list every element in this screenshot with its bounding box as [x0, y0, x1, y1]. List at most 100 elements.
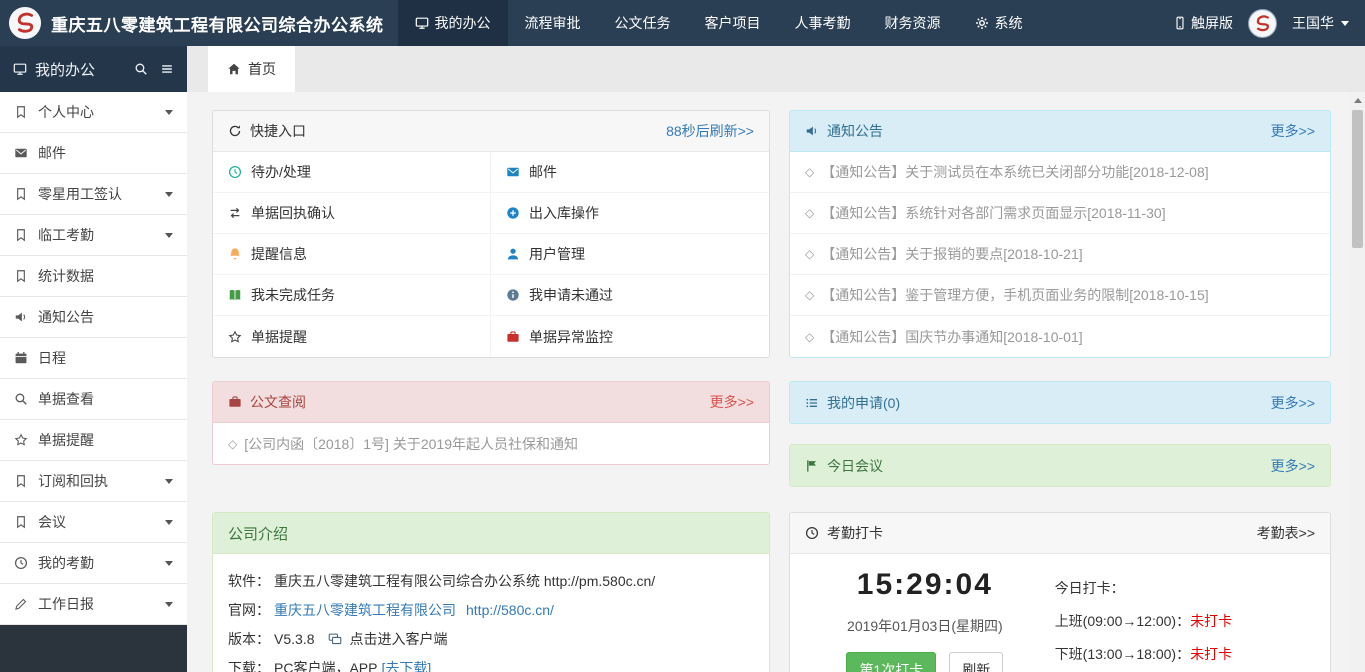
attendance-title: 考勤打卡 [805, 523, 883, 543]
download-label: 下载： [228, 657, 270, 672]
home-icon [227, 62, 241, 76]
sidebar-item-statistics[interactable]: 统计数据 [0, 256, 187, 297]
info-circle-icon [506, 288, 520, 302]
tab-home[interactable]: 首页 [208, 46, 295, 92]
edit-icon [14, 597, 28, 611]
speaker-icon [805, 124, 819, 138]
quick-entry-user-manage[interactable]: 用户管理 [491, 234, 769, 275]
documents-more-link[interactable]: 更多>> [710, 392, 754, 412]
scrollbar-up-button[interactable] [1350, 92, 1365, 108]
sidebar-item-subscribe-receipt[interactable]: 订阅和回执 [0, 461, 187, 502]
nav-hr-attendance[interactable]: 人事考勤 [778, 0, 868, 46]
top-navbar: 重庆五八零建筑工程有限公司综合办公系统 我的办公 流程审批 公文任务 客户项目 … [0, 0, 1365, 46]
notice-item[interactable]: ◇【通知公告】鉴于管理方便，手机页面业务的限制[2018-10-15] [790, 275, 1330, 316]
flag-icon [805, 459, 819, 473]
notices-more-link[interactable]: 更多>> [1271, 121, 1315, 141]
quick-entry-pending[interactable]: 待办/处理 [213, 152, 491, 193]
quick-entry-bill-remind[interactable]: 单据提醒 [213, 316, 491, 357]
quick-entry-title: 快捷入口 [228, 121, 306, 141]
quick-entry-rejected-apply[interactable]: 我申请未通过 [491, 275, 769, 316]
sidebar-item-mail[interactable]: 邮件 [0, 133, 187, 174]
shift2-status: 未打卡 [1190, 646, 1232, 662]
attendance-sheet-link[interactable]: 考勤表>> [1257, 523, 1315, 543]
sidebar-item-notices[interactable]: 通知公告 [0, 297, 187, 338]
sidebar-item-odd-job-sign[interactable]: 零星用工签认 [0, 174, 187, 215]
hamburger-menu-icon[interactable] [160, 62, 174, 76]
quick-entry-unfinished-tasks[interactable]: 我未完成任务 [213, 275, 491, 316]
documents-header: 公文查阅 更多>> [213, 382, 769, 423]
scrollbar-thumb[interactable] [1352, 110, 1363, 248]
sidebar-item-personal-center[interactable]: 个人中心 [0, 92, 187, 133]
meetings-more-link[interactable]: 更多>> [1271, 456, 1315, 476]
meetings-panel: 今日会议 更多>> [789, 444, 1331, 487]
sidebar-item-bill-view[interactable]: 单据查看 [0, 379, 187, 420]
star-icon [228, 330, 242, 344]
sidebar-item-meeting[interactable]: 会议 [0, 502, 187, 543]
arrow-up-icon [1354, 98, 1362, 103]
notices-list: ◇【通知公告】关于测试员在本系统已关闭部分功能[2018-12-08] ◇【通知… [790, 152, 1330, 357]
star-icon [14, 433, 28, 447]
search-icon[interactable] [134, 62, 148, 76]
gear-icon [975, 16, 989, 30]
sidebar-header-icons [134, 62, 174, 76]
caret-down-icon [165, 602, 173, 607]
attendance-buttons: 第1次打卡 刷新 [805, 652, 1045, 672]
bookmark-icon [14, 474, 28, 488]
download-text: PC客户端，APP [274, 657, 377, 672]
sidebar-menu: 个人中心 邮件 零星用工签认 临工考勤 统计数据 通知公告 日程 单据查看 单据… [0, 92, 187, 625]
sidebar-item-bill-remind[interactable]: 单据提醒 [0, 420, 187, 461]
touch-version-link[interactable]: 触屏版 [1173, 13, 1233, 33]
notices-header: 通知公告 更多>> [790, 111, 1330, 152]
quick-entry-inventory[interactable]: 出入库操作 [491, 193, 769, 234]
nav-process-approval[interactable]: 流程审批 [508, 0, 598, 46]
sidebar-item-work-daily[interactable]: 工作日报 [0, 584, 187, 625]
refresh-countdown[interactable]: 88秒后刷新>> [666, 121, 754, 141]
quick-entry-abnormal-monitor[interactable]: 单据异常监控 [491, 316, 769, 357]
applications-more-link[interactable]: 更多>> [1271, 393, 1315, 413]
applications-title: 我的申请(0) [805, 393, 900, 413]
user-menu[interactable]: 王国华 [1292, 13, 1349, 33]
download-link[interactable]: [去下载] [381, 657, 431, 672]
company-intro-panel: 公司介绍 软件： 重庆五八零建筑工程有限公司综合办公系统 http://pm.5… [212, 512, 770, 672]
quick-entry-reminder[interactable]: 提醒信息 [213, 234, 491, 275]
refresh-button[interactable]: 刷新 [949, 652, 1003, 672]
quick-entry-grid: 待办/处理 邮件 单据回执确认 出入库操作 提醒信息 用户管理 我未完成任务 我… [213, 152, 769, 357]
nav-my-office[interactable]: 我的办公 [398, 0, 508, 46]
website-url-link[interactable]: http://580c.cn/ [466, 599, 554, 621]
website-name-link[interactable]: 重庆五八零建筑工程有限公司 [274, 599, 456, 621]
notice-item[interactable]: ◇【通知公告】关于测试员在本系统已关闭部分功能[2018-12-08] [790, 152, 1330, 193]
company-logo-icon [8, 6, 42, 40]
app-title: 重庆五八零建筑工程有限公司综合办公系统 [51, 11, 384, 36]
shift1-line: 上班(09:00→12:00)：未打卡 [1055, 611, 1315, 631]
website-label: 官网： [228, 599, 270, 621]
notice-item[interactable]: ◇【通知公告】系统针对各部门需求页面显示[2018-11-30] [790, 193, 1330, 234]
sidebar-item-my-attendance[interactable]: 我的考勤 [0, 543, 187, 584]
punch-in-button[interactable]: 第1次打卡 [846, 652, 936, 672]
notice-item[interactable]: ◇【通知公告】关于报销的要点[2018-10-21] [790, 234, 1330, 275]
sidebar-item-schedule[interactable]: 日程 [0, 338, 187, 379]
nav-system[interactable]: 系统 [958, 0, 1040, 46]
oa-application: 重庆五八零建筑工程有限公司综合办公系统 我的办公 流程审批 公文任务 客户项目 … [0, 0, 1365, 672]
nav-finance-resource[interactable]: 财务资源 [868, 0, 958, 46]
clock-icon [14, 556, 28, 570]
shift1-label: 上班(09:00→12:00)： [1055, 613, 1190, 629]
quick-entry-receipt-confirm[interactable]: 单据回执确认 [213, 193, 491, 234]
notice-item[interactable]: ◇【通知公告】国庆节办事通知[2018-10-01] [790, 316, 1330, 357]
bell-icon [228, 247, 242, 261]
quick-entry-mail[interactable]: 邮件 [491, 152, 769, 193]
diamond-bullet: ◇ [805, 206, 814, 220]
nav-customer-project[interactable]: 客户项目 [688, 0, 778, 46]
sidebar-item-temp-attendance[interactable]: 临工考勤 [0, 215, 187, 256]
applications-header: 我的申请(0) 更多>> [790, 382, 1330, 423]
user-avatar[interactable] [1248, 9, 1277, 38]
topbar-right: 触屏版 王国华 [1173, 9, 1365, 38]
document-item[interactable]: ◇[公司内函〔2018〕1号] 关于2019年起人员社保和通知 [213, 423, 769, 464]
nav-document-task[interactable]: 公文任务 [598, 0, 688, 46]
meetings-header: 今日会议 更多>> [790, 445, 1330, 486]
touchscreen-icon [1173, 16, 1187, 30]
mail-icon [506, 165, 520, 179]
avatar-image [1249, 10, 1276, 37]
enter-client-link[interactable]: 点击进入客户端 [349, 628, 447, 650]
company-intro-body: 软件： 重庆五八零建筑工程有限公司综合办公系统 http://pm.580c.c… [213, 554, 769, 672]
software-line: 软件： 重庆五八零建筑工程有限公司综合办公系统 http://pm.580c.c… [228, 570, 754, 592]
